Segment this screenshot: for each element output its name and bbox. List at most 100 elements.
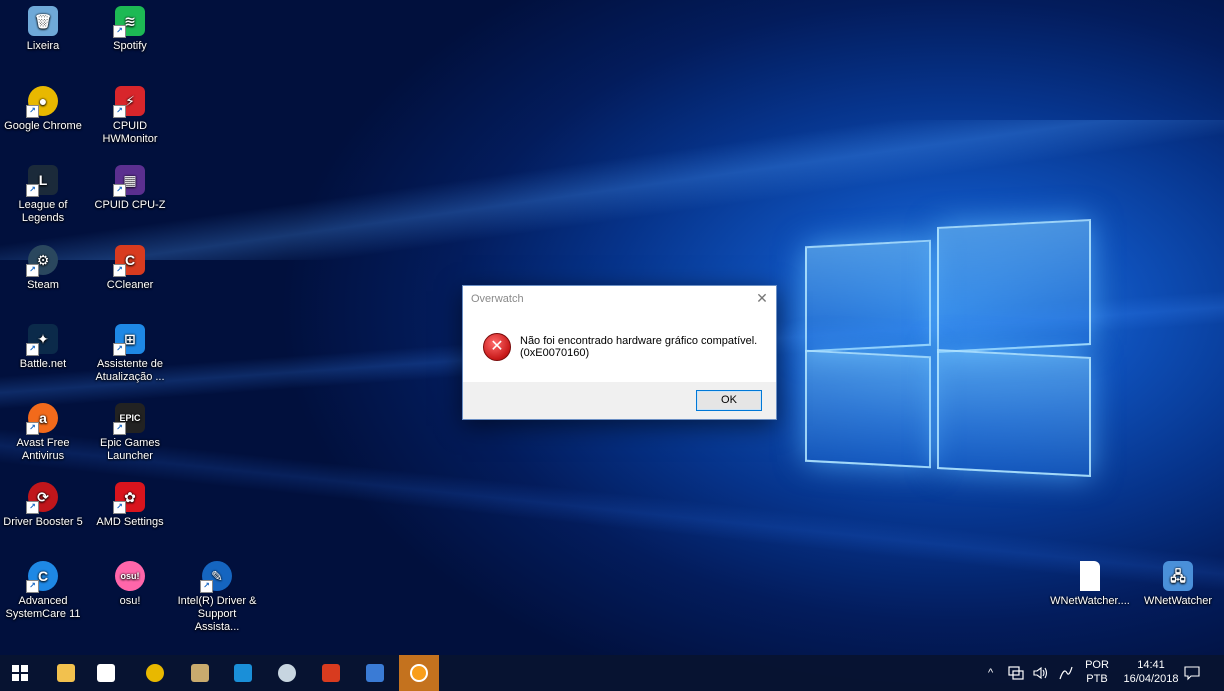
ccleaner-icon: C ↗ bbox=[113, 245, 145, 277]
clock-time: 14:41 bbox=[1137, 659, 1165, 671]
taskbar-battlenet[interactable] bbox=[223, 655, 263, 691]
desktop-icon-label: Advanced SystemCare 11 bbox=[5, 595, 81, 620]
dialog-title: Overwatch bbox=[471, 293, 524, 305]
desktop-icon-label: AMD Settings bbox=[96, 516, 164, 528]
start-button[interactable] bbox=[0, 655, 40, 691]
chrome-icon bbox=[146, 664, 164, 682]
tray-volume[interactable] bbox=[1033, 655, 1049, 691]
desktop-icon-label: Avast Free Antivirus bbox=[16, 437, 70, 462]
cpuz-icon: ▦ ↗ bbox=[113, 165, 145, 197]
taskbar-ccleaner[interactable] bbox=[311, 655, 351, 691]
desktop-icon-label: Lixeira bbox=[26, 40, 60, 52]
ccleaner-icon bbox=[322, 664, 340, 682]
taskbar-steam[interactable] bbox=[267, 655, 307, 691]
avast-icon: a ↗ bbox=[26, 403, 58, 435]
file-explorer-icon bbox=[57, 664, 75, 682]
network-icon bbox=[1008, 666, 1024, 680]
language-indicator[interactable]: POR PTB bbox=[1082, 658, 1112, 686]
dialog-body: ✕ Não foi encontrado hardware gráfico co… bbox=[463, 312, 776, 382]
hwmonitor-icon: ⚡ ↗ bbox=[113, 86, 145, 118]
desktop-icon-league[interactable]: L ↗ League of Legends bbox=[1, 165, 85, 225]
taskbar-store[interactable] bbox=[86, 655, 126, 691]
taskbar-overwatch[interactable] bbox=[399, 655, 439, 691]
desktop-icon-lixeira[interactable]: 🗑 Lixeira bbox=[1, 6, 85, 53]
dialog-error-code: (0xE0070160) bbox=[520, 347, 590, 359]
chrome-icon: ● ↗ bbox=[26, 86, 58, 118]
card-app-icon bbox=[366, 664, 384, 682]
desktop-icon-wnetwatcher-file[interactable]: WNetWatcher.... bbox=[1048, 561, 1132, 608]
logo-pane bbox=[937, 348, 1091, 478]
desktop-icon-label: Driver Booster 5 bbox=[3, 516, 83, 528]
dialog-titlebar[interactable]: Overwatch ✕ bbox=[463, 286, 776, 312]
desktop-icon-amd[interactable]: ✿ ↗ AMD Settings bbox=[88, 482, 172, 529]
taskbar-chrome[interactable] bbox=[135, 655, 175, 691]
logo-pane bbox=[805, 349, 931, 469]
epic-games-icon: EPIC ↗ bbox=[113, 403, 145, 435]
close-icon[interactable]: ✕ bbox=[754, 290, 770, 306]
desktop-icon-driver-booster[interactable]: ⟳ ↗ Driver Booster 5 bbox=[1, 482, 85, 529]
logo-pane bbox=[937, 218, 1091, 354]
recycle-bin-icon: 🗑 bbox=[28, 6, 58, 36]
desktop-icon-chrome[interactable]: ● ↗ Google Chrome bbox=[1, 86, 85, 133]
windows-logo-wallpaper bbox=[805, 205, 1091, 478]
windows-update-assistant-icon: ⊞ ↗ bbox=[113, 324, 145, 356]
intel-driver-icon: ✎ ↗ bbox=[200, 561, 232, 593]
desktop-icon-label: CPUID HWMonitor bbox=[102, 120, 158, 145]
desktop-icon-avast[interactable]: a ↗ Avast Free Antivirus bbox=[1, 403, 85, 463]
taskbar: ^ POR PTB 14:41 16/04/2018 bbox=[0, 655, 1224, 691]
driver-booster-icon: ⟳ ↗ bbox=[26, 482, 58, 514]
desktop-icon-intel-driver[interactable]: ✎ ↗ Intel(R) Driver & Support Assista... bbox=[175, 561, 259, 634]
desktop-icon-steam[interactable]: ⚙ ↗ Steam bbox=[1, 245, 85, 292]
speaker-icon bbox=[1033, 666, 1048, 680]
desktop-icon-wnetwatcher[interactable]: 🖧 WNetWatcher bbox=[1136, 561, 1220, 608]
tray-show-hidden[interactable]: ^ bbox=[988, 655, 993, 691]
microsoft-store-icon bbox=[97, 664, 115, 682]
chevron-up-icon: ^ bbox=[988, 667, 994, 679]
desktop-icon-label: Spotify bbox=[113, 40, 147, 52]
taskbar-league[interactable] bbox=[180, 655, 220, 691]
desktop-icon-osu[interactable]: osu! osu! bbox=[88, 561, 172, 608]
tray-network[interactable] bbox=[1008, 655, 1024, 691]
language-code: POR bbox=[1085, 659, 1109, 671]
taskbar-file-explorer[interactable] bbox=[46, 655, 86, 691]
desktop-icon-cpuz[interactable]: ▦ ↗ CPUID CPU-Z bbox=[88, 165, 172, 212]
taskbar-card-app[interactable] bbox=[355, 655, 395, 691]
amd-icon: ✿ ↗ bbox=[113, 482, 145, 514]
clock[interactable]: 14:41 16/04/2018 bbox=[1120, 658, 1182, 686]
desktop-icon-label: Steam bbox=[27, 279, 59, 291]
desktop-icon-update-assistant[interactable]: ⊞ ↗ Assistente de Atualização ... bbox=[88, 324, 172, 384]
battlenet-icon bbox=[234, 664, 252, 682]
overwatch-icon bbox=[410, 664, 428, 682]
clock-date: 16/04/2018 bbox=[1123, 673, 1179, 685]
error-icon: ✕ bbox=[483, 333, 511, 361]
dialog-message-line: Não foi encontrado hardware gráfico comp… bbox=[520, 335, 758, 347]
desktop-icon-label: Assistente de Atualização ... bbox=[95, 358, 165, 383]
pen-ink-icon bbox=[1059, 666, 1073, 680]
action-center-button[interactable] bbox=[1184, 655, 1200, 691]
dialog-footer: OK bbox=[463, 382, 776, 419]
desktop-icon-epic[interactable]: EPIC ↗ Epic Games Launcher bbox=[88, 403, 172, 463]
desktop-icon-spotify[interactable]: ≋ ↗ Spotify bbox=[88, 6, 172, 53]
desktop-icon-ccleaner[interactable]: C ↗ CCleaner bbox=[88, 245, 172, 292]
desktop-icon-label: CCleaner bbox=[106, 279, 154, 291]
desktop-icon-label: Google Chrome bbox=[4, 120, 82, 132]
desktop-icon-systemcare[interactable]: C ↗ Advanced SystemCare 11 bbox=[1, 561, 85, 621]
systemcare-icon: C ↗ bbox=[26, 561, 58, 593]
error-dialog: Overwatch ✕ ✕ Não foi encontrado hardwar… bbox=[462, 285, 777, 420]
steam-icon: ⚙ ↗ bbox=[26, 245, 58, 277]
desktop-icon-label: Battle.net bbox=[19, 358, 67, 370]
wnetwatcher-icon: 🖧 bbox=[1163, 561, 1193, 591]
keyboard-layout: PTB bbox=[1086, 673, 1108, 685]
spotify-icon: ≋ ↗ bbox=[113, 6, 145, 38]
desktop-icon-label: CPUID CPU-Z bbox=[94, 199, 166, 211]
file-icon bbox=[1080, 561, 1100, 591]
tray-pen[interactable] bbox=[1058, 655, 1074, 691]
desktop-icon-label: WNetWatcher bbox=[1143, 595, 1213, 607]
start-windows-icon bbox=[12, 665, 28, 681]
ok-button[interactable]: OK bbox=[696, 390, 762, 411]
osu-icon: osu! bbox=[115, 561, 145, 591]
desktop-icon-hwmonitor[interactable]: ⚡ ↗ CPUID HWMonitor bbox=[88, 86, 172, 146]
logo-pane bbox=[805, 239, 931, 353]
desktop-icon-label: osu! bbox=[119, 595, 141, 607]
desktop-icon-battlenet[interactable]: ✦ ↗ Battle.net bbox=[1, 324, 85, 371]
